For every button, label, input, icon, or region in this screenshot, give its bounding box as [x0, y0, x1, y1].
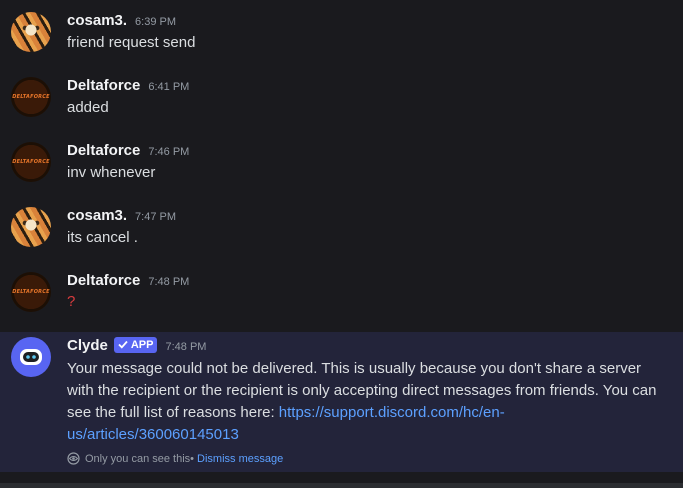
clyde-robot-icon — [20, 349, 42, 365]
verified-check-icon — [118, 340, 128, 349]
message-author[interactable]: Deltaforce — [67, 272, 140, 289]
message-content: added — [67, 99, 109, 116]
deltaforce-logo-avatar[interactable]: DELTAFORCE — [11, 272, 51, 312]
app-badge: APP — [113, 336, 158, 353]
app-badge-label: APP — [130, 338, 154, 351]
eye-icon — [67, 452, 80, 465]
deltaforce-logo-avatar[interactable]: DELTAFORCE — [11, 77, 51, 117]
message-timestamp: 7:48 PM — [165, 341, 207, 353]
message-author[interactable]: cosam3. — [67, 207, 127, 224]
dismiss-message-link[interactable]: Dismiss message — [197, 453, 283, 465]
deltaforce-logo-avatar[interactable]: DELTAFORCE — [11, 142, 51, 182]
message-content: inv whenever — [67, 164, 156, 181]
dm-chat-log: cosam3. 6:39 PM friend request send DELT… — [0, 0, 683, 488]
message-content: ? — [67, 293, 76, 310]
message-timestamp: 7:46 PM — [148, 146, 190, 158]
message-author[interactable]: Deltaforce — [67, 142, 140, 159]
avatar-logo-text: DELTAFORCE — [12, 159, 50, 165]
message-composer-edge — [0, 483, 683, 488]
message-author[interactable]: Clyde — [67, 337, 108, 354]
message-timestamp: 7:48 PM — [148, 276, 190, 288]
avatar-logo-text: DELTAFORCE — [12, 94, 50, 100]
ephemeral-notice: Only you can see this • Dismiss message — [67, 452, 283, 465]
message-timestamp: 6:41 PM — [148, 81, 190, 93]
message-content: friend request send — [67, 34, 196, 51]
tiger-avatar[interactable] — [11, 12, 51, 52]
message-timestamp: 7:47 PM — [135, 211, 177, 223]
ephemeral-note: Only you can see this — [85, 452, 191, 465]
message-author[interactable]: cosam3. — [67, 12, 127, 29]
clyde-message-content: Your message could not be delivered. Thi… — [67, 358, 657, 446]
message-author[interactable]: Deltaforce — [67, 77, 140, 94]
clyde-avatar[interactable] — [11, 337, 51, 377]
separator-dot: • — [190, 452, 195, 465]
message-content: its cancel . — [67, 229, 138, 246]
avatar-logo-text: DELTAFORCE — [12, 289, 50, 295]
message-timestamp: 6:39 PM — [135, 16, 177, 28]
tiger-avatar[interactable] — [11, 207, 51, 247]
